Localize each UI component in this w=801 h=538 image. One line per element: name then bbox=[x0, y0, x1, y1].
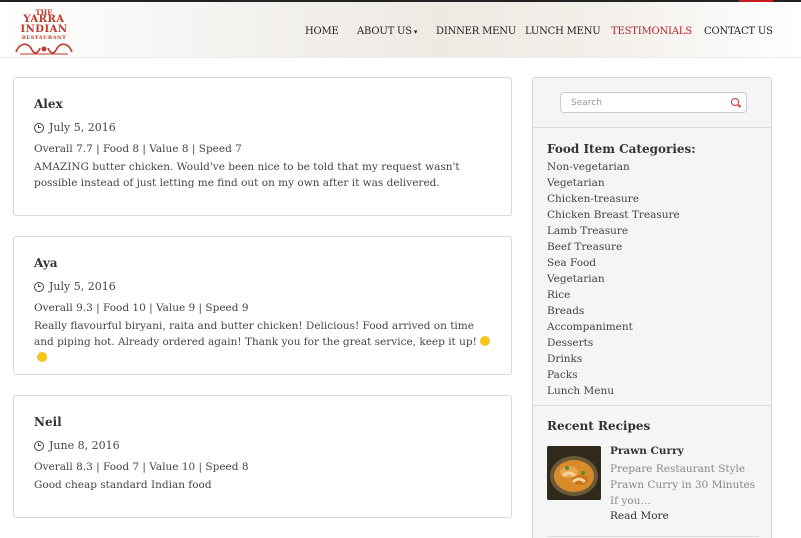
category-link[interactable]: Rice bbox=[547, 287, 680, 303]
reviewer-name: Aya bbox=[34, 256, 58, 270]
smiley-emoji-icon bbox=[479, 336, 490, 346]
category-link[interactable]: Accompaniment bbox=[547, 319, 680, 335]
sidebar-divider bbox=[533, 127, 771, 128]
nav-dinner-menu[interactable]: DINNER MENU bbox=[436, 26, 516, 37]
review-ratings: Overall 9.3 | Food 10 | Value 9 | Speed … bbox=[34, 302, 249, 314]
review-date: July 5, 2016 bbox=[34, 280, 116, 293]
recipe-excerpt: Prepare Restaurant Style Prawn Curry in … bbox=[610, 463, 756, 507]
review-ratings: Overall 8.3 | Food 7 | Value 10 | Speed … bbox=[34, 461, 249, 473]
category-list: Non-vegetarian Vegetarian Chicken-treasu… bbox=[547, 159, 680, 399]
nav-contact-us[interactable]: CONTACT US bbox=[704, 26, 773, 37]
category-link[interactable]: Non-vegetarian bbox=[547, 159, 680, 175]
review-text-wrapper: Really flavourful biryani, raita and but… bbox=[34, 318, 494, 366]
review-text: Good cheap standard Indian food bbox=[34, 479, 212, 491]
review-date-text: June 8, 2016 bbox=[49, 439, 120, 452]
logo-ornament-icon bbox=[15, 43, 73, 55]
reviewer-name: Alex bbox=[34, 97, 63, 111]
review-date: July 5, 2016 bbox=[34, 121, 116, 134]
nav-home[interactable]: HOME bbox=[305, 26, 339, 37]
recent-recipes-title: Recent Recipes bbox=[547, 419, 651, 433]
categories-title: Food Item Categories: bbox=[547, 142, 696, 156]
review-text: AMAZING butter chicken. Would've been ni… bbox=[34, 161, 460, 189]
review-date: June 8, 2016 bbox=[34, 439, 120, 452]
review-text: Really flavourful biryani, raita and but… bbox=[34, 320, 477, 348]
site-header: THE YARRA INDIAN RESTAURANT HOME ABOUT U… bbox=[0, 2, 801, 58]
category-link[interactable]: Sea Food bbox=[547, 255, 680, 271]
restaurant-logo[interactable]: THE YARRA INDIAN RESTAURANT bbox=[12, 8, 76, 56]
clock-icon bbox=[34, 281, 44, 292]
nav-about-us[interactable]: ABOUT US ▾ bbox=[357, 26, 417, 37]
category-link[interactable]: Lunch Menu bbox=[547, 383, 680, 399]
prawn-curry-photo-icon bbox=[547, 446, 601, 500]
read-more-link[interactable]: Read More bbox=[610, 510, 669, 522]
search-input[interactable] bbox=[571, 96, 721, 110]
reviewer-name: Neil bbox=[34, 415, 62, 429]
category-link[interactable]: Chicken-treasure bbox=[547, 191, 680, 207]
category-link[interactable]: Beef Treasure bbox=[547, 239, 680, 255]
sidebar: Food Item Categories: Non-vegetarian Veg… bbox=[532, 77, 772, 538]
category-link[interactable]: Lamb Treasure bbox=[547, 223, 680, 239]
category-link[interactable]: Vegetarian bbox=[547, 175, 680, 191]
search-icon[interactable] bbox=[731, 98, 739, 106]
testimonial-card: Alex July 5, 2016 Overall 7.7 | Food 8 |… bbox=[13, 77, 512, 216]
category-link[interactable]: Drinks bbox=[547, 351, 680, 367]
search-box bbox=[560, 92, 747, 113]
category-link[interactable]: Chicken Breast Treasure bbox=[547, 207, 680, 223]
recipe-thumbnail-image[interactable] bbox=[547, 446, 601, 500]
category-link[interactable]: Desserts bbox=[547, 335, 680, 351]
nav-about-us-label: ABOUT US bbox=[357, 26, 412, 37]
nav-lunch-menu[interactable]: LUNCH MENU bbox=[525, 26, 601, 37]
clock-icon bbox=[34, 122, 44, 133]
recipe-divider bbox=[547, 536, 759, 537]
category-link[interactable]: Packs bbox=[547, 367, 680, 383]
category-link[interactable]: Breads bbox=[547, 303, 680, 319]
clock-icon bbox=[34, 440, 44, 451]
review-date-text: July 5, 2016 bbox=[49, 121, 116, 134]
review-date-text: July 5, 2016 bbox=[49, 280, 116, 293]
caret-down-icon: ▾ bbox=[413, 28, 418, 36]
smiley-emoji-icon bbox=[37, 352, 47, 362]
sidebar-divider bbox=[533, 405, 771, 406]
category-link[interactable]: Vegetarian bbox=[547, 271, 680, 287]
testimonial-card: Aya July 5, 2016 Overall 9.3 | Food 10 |… bbox=[13, 236, 512, 375]
logo-line-indian: INDIAN bbox=[20, 24, 68, 35]
testimonial-card: Neil June 8, 2016 Overall 8.3 | Food 7 |… bbox=[13, 395, 512, 518]
nav-testimonials[interactable]: TESTIMONIALS bbox=[611, 26, 692, 37]
recipe-title-link[interactable]: Prawn Curry bbox=[610, 445, 684, 457]
review-ratings: Overall 7.7 | Food 8 | Value 8 | Speed 7 bbox=[34, 143, 242, 155]
